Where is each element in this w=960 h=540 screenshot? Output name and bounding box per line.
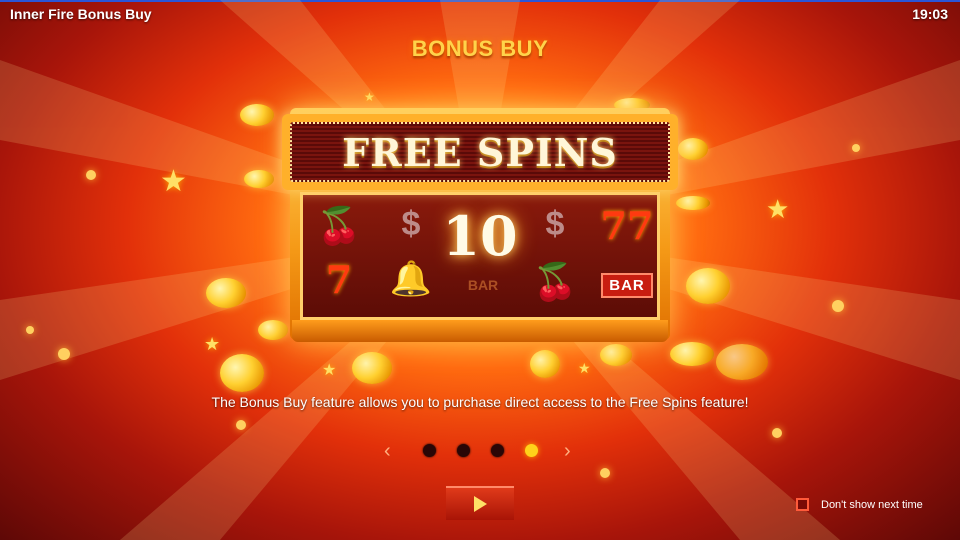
gold-coin-icon (600, 344, 632, 366)
gold-coin-icon (352, 352, 392, 384)
reel-5: 77 BAR (591, 195, 657, 317)
play-icon (473, 496, 487, 512)
gold-coin-icon (530, 350, 560, 378)
page-dot-1[interactable] (423, 444, 436, 457)
gold-coin-icon (258, 320, 288, 340)
star-icon: ★ (364, 90, 375, 104)
star-icon: ★ (204, 334, 221, 354)
ember-spark (86, 170, 96, 180)
double-seven-icon: 77 (600, 203, 654, 248)
marquee-panel: FREE SPINS (290, 122, 670, 182)
bar-icon: BAR (591, 273, 657, 298)
ember-spark (772, 428, 782, 438)
ember-spark (236, 420, 246, 430)
gold-coin-icon (220, 354, 264, 392)
page-indicator: ‹ › (380, 440, 580, 464)
bar-icon: BAR (467, 277, 499, 293)
app-title: Inner Fire Bonus Buy (10, 6, 152, 22)
gold-coin-icon (206, 278, 246, 308)
ember-spark (58, 348, 70, 360)
page-dot-3[interactable] (491, 444, 504, 457)
screen-title: BONUS BUY (411, 36, 549, 61)
star-icon: ★ (160, 165, 187, 198)
chevron-left-icon[interactable]: ‹ (384, 440, 391, 462)
chevron-right-icon[interactable]: › (564, 440, 571, 462)
seven-icon: 7 (325, 257, 353, 302)
ember-spark (852, 144, 860, 152)
gold-coin-icon (240, 104, 274, 126)
star-icon: ★ (322, 362, 337, 379)
star-icon: ★ (766, 194, 790, 224)
reel-1: 🍒 7 (303, 195, 376, 317)
free-spins-count: 10 (442, 204, 518, 268)
feature-description: The Bonus Buy feature allows you to purc… (211, 394, 749, 410)
ember-spark (832, 300, 844, 312)
cherry-icon: 🍒 (316, 205, 362, 246)
dont-show-next-time-option[interactable]: Don't show next time (796, 498, 923, 511)
dont-show-checkbox[interactable] (796, 498, 809, 511)
dont-show-label: Don't show next time (821, 498, 923, 511)
ember-spark (600, 468, 610, 478)
gold-coin-icon (244, 170, 274, 188)
window-top-border (0, 0, 960, 2)
ember-spark (26, 326, 34, 334)
clock: 19:03 (912, 6, 948, 22)
gold-coin-icon (670, 342, 714, 366)
play-button[interactable] (446, 486, 514, 520)
gold-coin-icon (716, 344, 768, 380)
gold-coin-icon (676, 196, 710, 210)
gold-coin-icon (686, 268, 730, 304)
slot-machine-base (292, 320, 668, 342)
free-spins-marquee: FREE SPINS (282, 114, 678, 190)
gold-coin-icon (678, 138, 708, 160)
page-dot-4[interactable] (525, 444, 538, 457)
star-icon: ★ (578, 360, 591, 376)
marquee-text: FREE SPINS (342, 129, 618, 175)
page-dot-2[interactable] (457, 444, 470, 457)
